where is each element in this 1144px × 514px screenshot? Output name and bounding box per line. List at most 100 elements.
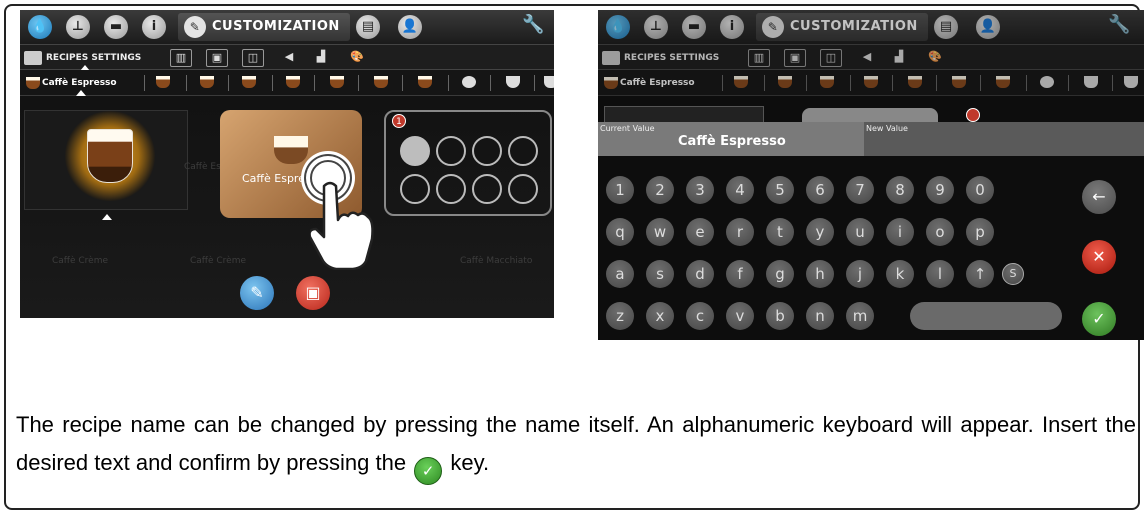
key-b[interactable]: b [766,302,794,330]
key-u[interactable]: u [846,218,874,246]
cup-icon[interactable] [286,76,300,88]
recipes-settings-tab[interactable]: RECIPES SETTINGS [602,49,719,67]
slot[interactable] [436,136,466,166]
palette-icon[interactable]: 🎨 [924,49,946,67]
key-i[interactable]: i [886,218,914,246]
space-bar[interactable] [910,302,1062,330]
cup-icon[interactable] [908,76,922,88]
cup-icon[interactable] [242,76,256,88]
key-9[interactable]: 9 [926,176,954,204]
key-s[interactable]: s [646,260,674,288]
recipe-strip-selected[interactable]: Caffè Espresso [604,74,695,92]
recipe-book-icon[interactable]: ▥ [170,49,192,67]
key-p[interactable]: p [966,218,994,246]
bowl-icon[interactable] [506,76,520,88]
tab-customization[interactable]: ✎ CUSTOMIZATION [756,13,928,41]
edit-button[interactable]: ✎ [240,276,274,310]
wrench-icon[interactable]: 🔧 [1108,14,1130,35]
display-icon[interactable]: ◫ [820,49,842,67]
key-symbols[interactable]: S [1002,263,1024,285]
water-drop-icon[interactable]: 💧 [28,15,52,39]
water-drop-icon[interactable]: 💧 [606,15,630,39]
key-1[interactable]: 1 [606,176,634,204]
key-t[interactable]: t [766,218,794,246]
key-2[interactable]: 2 [646,176,674,204]
statistics-icon[interactable]: ▤ [934,15,958,39]
cup-icon[interactable] [778,76,792,88]
key-d[interactable]: d [686,260,714,288]
user-icon[interactable]: 👤 [976,15,1000,39]
key-f[interactable]: f [726,260,754,288]
key-v[interactable]: v [726,302,754,330]
key-k[interactable]: k [886,260,914,288]
cup-icon[interactable] [418,76,432,88]
palette-icon[interactable]: 🎨 [346,49,368,67]
slot[interactable] [472,136,502,166]
cup-icon[interactable] [952,76,966,88]
key-5[interactable]: 5 [766,176,794,204]
key-j[interactable]: j [846,260,874,288]
cup-icon[interactable] [864,76,878,88]
key-r[interactable]: r [726,218,754,246]
cup-icon[interactable] [330,76,344,88]
cup-icon[interactable] [820,76,834,88]
wrench-icon[interactable]: 🔧 [522,14,544,35]
key-y[interactable]: y [806,218,834,246]
cleaning-icon[interactable]: ▬ [104,15,128,39]
speaker-icon[interactable]: ◀ [278,49,300,67]
slot[interactable] [508,136,538,166]
key-c[interactable]: c [686,302,714,330]
recipe-strip-selected[interactable]: Caffè Espresso [26,74,117,92]
key-q[interactable]: q [606,218,634,246]
cup-icon[interactable] [200,76,214,88]
key-z[interactable]: z [606,302,634,330]
key-8[interactable]: 8 [886,176,914,204]
slot[interactable] [436,174,466,204]
picture-icon[interactable]: ▣ [784,49,806,67]
bowl-icon[interactable] [1040,76,1054,88]
cup-icon[interactable] [374,76,388,88]
key-x[interactable]: x [646,302,674,330]
slot[interactable] [400,174,430,204]
recipe-name[interactable]: Caffè Espre [242,172,305,185]
tab-customization[interactable]: ✎ CUSTOMIZATION [178,13,350,41]
slot-filled[interactable] [400,136,430,166]
key-n[interactable]: n [806,302,834,330]
key-shift[interactable]: ↑ [966,260,994,288]
key-a[interactable]: a [606,260,634,288]
key-l[interactable]: l [926,260,954,288]
slot[interactable] [508,174,538,204]
milk-icon[interactable]: ▟ [888,49,910,67]
key-0[interactable]: 0 [966,176,994,204]
slot[interactable] [472,174,502,204]
key-g[interactable]: g [766,260,794,288]
milk-icon[interactable]: ▟ [310,49,332,67]
key-o[interactable]: o [926,218,954,246]
key-7[interactable]: 7 [846,176,874,204]
save-button[interactable]: ▣ [296,276,330,310]
key-w[interactable]: w [646,218,674,246]
backspace-button[interactable]: ← [1082,180,1116,214]
info-icon[interactable]: i [142,15,166,39]
key-m[interactable]: m [846,302,874,330]
thermometer-icon[interactable]: ⊥ [66,15,90,39]
cancel-button[interactable]: ✕ [1082,240,1116,274]
cup-icon[interactable] [156,76,170,88]
key-3[interactable]: 3 [686,176,714,204]
key-6[interactable]: 6 [806,176,834,204]
speaker-icon[interactable]: ◀ [856,49,878,67]
key-h[interactable]: h [806,260,834,288]
picture-icon[interactable]: ▣ [206,49,228,67]
statistics-icon[interactable]: ▤ [356,15,380,39]
cleaning-icon[interactable]: ▬ [682,15,706,39]
bowl-icon[interactable] [1084,76,1098,88]
recipe-book-icon[interactable]: ▥ [748,49,770,67]
bowl-icon[interactable] [462,76,476,88]
cup-icon[interactable] [996,76,1010,88]
cup-icon[interactable] [1124,76,1138,88]
confirm-button[interactable]: ✓ [1082,302,1116,336]
user-icon[interactable]: 👤 [398,15,422,39]
info-icon[interactable]: i [720,15,744,39]
key-4[interactable]: 4 [726,176,754,204]
key-e[interactable]: e [686,218,714,246]
